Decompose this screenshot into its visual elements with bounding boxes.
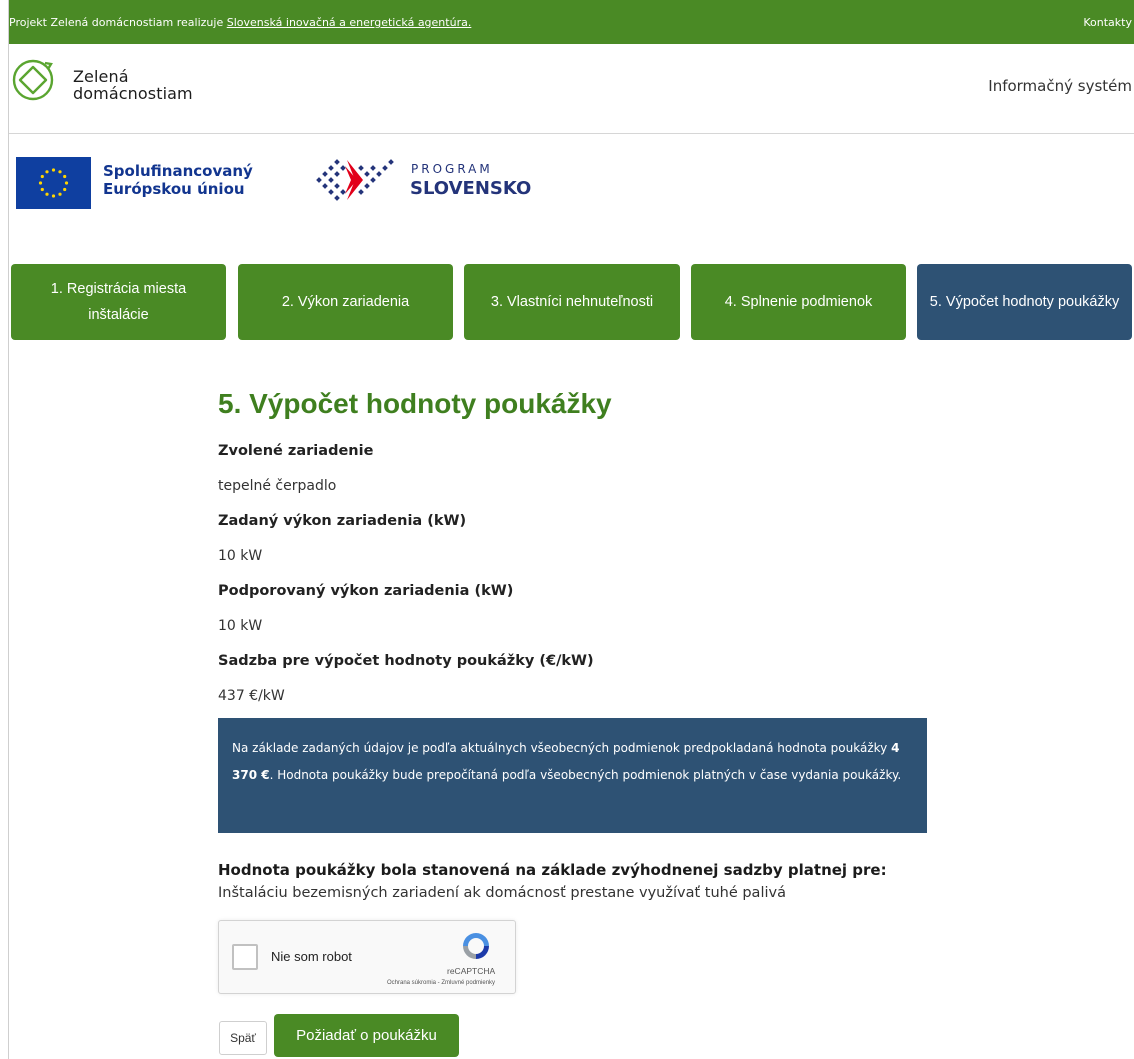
page-left-border <box>8 0 9 1059</box>
step-3-tab[interactable]: 3. Vlastníci nehnuteľnosti <box>464 264 680 340</box>
recaptcha-terms-links[interactable]: Ochrana súkromia - Zmluvné podmienky <box>387 980 495 986</box>
field-label-entered-power: Zadaný výkon zariadenia (kW) <box>218 513 467 529</box>
field-value-entered-power: 10 kW <box>218 548 263 564</box>
top-bar: Projekt Zelená domácnostiam realizuje Sl… <box>9 0 1134 44</box>
eu-cofinance-text: Spolufinancovaný Európskou úniou <box>103 162 253 198</box>
step-1-tab[interactable]: 1. Registrácia miesta inštalácie <box>11 264 226 340</box>
brand-line-2: domácnostiam <box>73 84 193 103</box>
step-2-tab[interactable]: 2. Výkon zariadenia <box>238 264 453 340</box>
brand-name[interactable]: Zelená domácnostiam <box>73 68 193 102</box>
project-notice: Projekt Zelená domácnostiam realizuje Sl… <box>9 16 471 29</box>
voucher-estimate-info-box: Na základe zadaných údajov je podľa aktu… <box>218 718 927 833</box>
program-word: PROGRAM <box>411 162 493 176</box>
info-text-part-2: . Hodnota poukážky bude prepočítaná podľ… <box>269 768 902 782</box>
step-5-tab-active[interactable]: 5. Výpočet hodnoty poukážky <box>917 264 1132 340</box>
program-slovensko-logo-icon <box>316 159 394 201</box>
eu-text-line-2: Európskou úniou <box>103 180 245 198</box>
information-system-link[interactable]: Informačný systém <box>988 77 1132 95</box>
field-value-device: tepelné čerpadlo <box>218 478 337 494</box>
main-content: 5. Výpočet hodnoty poukážky <box>218 380 938 420</box>
request-voucher-button[interactable]: Požiadať o poukážku <box>274 1014 459 1057</box>
recaptcha-widget: Nie som robot reCAPTCHA Ochrana súkromia… <box>218 920 516 994</box>
rate-basis-text: Inštaláciu bezemisných zariadení ak domá… <box>218 885 786 901</box>
contacts-link[interactable]: Kontakty <box>1083 16 1132 29</box>
slovensko-word: SLOVENSKO <box>410 178 532 199</box>
recaptcha-label: Nie som robot <box>271 949 352 964</box>
recaptcha-checkbox[interactable] <box>232 944 258 970</box>
field-value-supported-power: 10 kW <box>218 618 263 634</box>
house-logo-icon[interactable] <box>11 58 55 102</box>
step-4-tab[interactable]: 4. Splnenie podmienok <box>691 264 906 340</box>
eu-flag-icon <box>16 157 91 209</box>
back-button[interactable]: Späť <box>219 1021 267 1055</box>
field-value-rate: 437 €/kW <box>218 688 285 704</box>
eu-text-line-1: Spolufinancovaný <box>103 162 253 180</box>
info-text-part-1: Na základe zadaných údajov je podľa aktu… <box>232 741 892 755</box>
recaptcha-brand: reCAPTCHA <box>447 966 496 976</box>
site-header: Zelená domácnostiam Informačný systém <box>9 44 1134 134</box>
agency-link[interactable]: Slovenská inovačná a energetická agentúr… <box>227 16 472 29</box>
recaptcha-logo-icon <box>463 933 489 959</box>
field-label-device: Zvolené zariadenie <box>218 443 374 459</box>
brand-line-1: Zelená <box>73 67 129 86</box>
field-label-rate: Sadzba pre výpočet hodnoty poukážky (€/k… <box>218 653 594 669</box>
project-notice-text: Projekt Zelená domácnostiam realizuje <box>9 16 227 29</box>
field-label-supported-power: Podporovaný výkon zariadenia (kW) <box>218 583 514 599</box>
rate-basis-heading: Hodnota poukážky bola stanovená na zákla… <box>218 861 887 879</box>
page-title: 5. Výpočet hodnoty poukážky <box>218 388 612 419</box>
